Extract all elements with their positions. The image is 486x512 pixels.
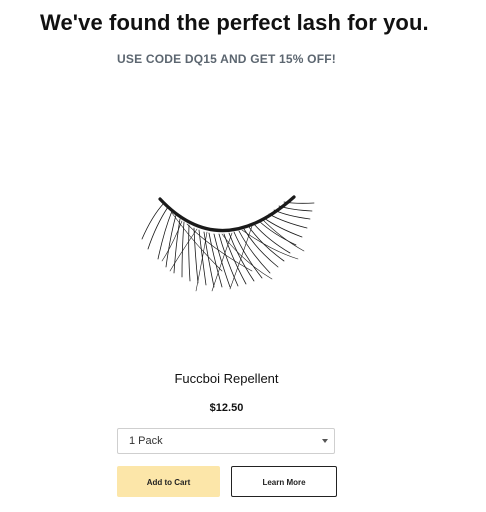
learn-more-button[interactable]: Learn More — [231, 466, 337, 497]
product-price: $12.50 — [209, 402, 244, 414]
chevron-down-icon — [322, 439, 328, 443]
add-to-cart-button[interactable]: Add to Cart — [117, 466, 220, 497]
product-recommendation-page: We've found the perfect lash for you. US… — [0, 0, 486, 512]
eyelash-icon — [141, 195, 315, 292]
page-headline: We've found the perfect lash for you. — [40, 10, 429, 35]
product-name[interactable]: Fuccboi Repellent — [0, 371, 453, 386]
pack-size-selected-value: 1 Pack — [129, 435, 163, 447]
pack-size-select[interactable]: 1 Pack — [117, 428, 335, 454]
promo-code-banner: USE CODE DQ15 AND GET 15% OFF! — [117, 52, 336, 66]
product-image[interactable] — [112, 121, 342, 351]
